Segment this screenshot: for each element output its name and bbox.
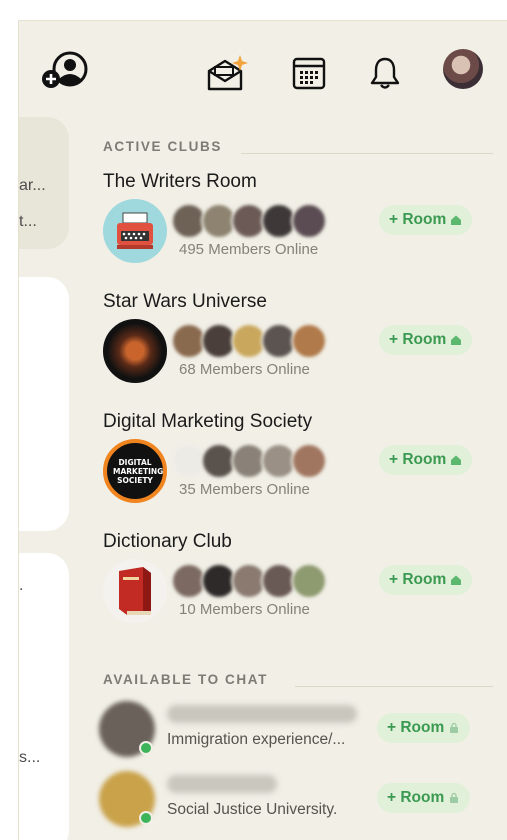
member-avatars xyxy=(171,443,371,479)
member-avatars xyxy=(171,323,371,359)
lock-icon xyxy=(450,792,459,803)
member-avatar xyxy=(291,203,327,239)
home-icon xyxy=(451,455,462,465)
hallway-panel: ar... t... . s... ACTIVE CLUBS The Write… xyxy=(18,20,507,840)
home-icon xyxy=(451,335,462,345)
room-card-partial-1[interactable]: ar... t... xyxy=(19,117,69,249)
club-logo xyxy=(103,199,167,263)
club-row-star-wars[interactable]: Star Wars Universe 68 Members Online + R… xyxy=(103,291,495,401)
app-frame: ar... t... . s... ACTIVE CLUBS The Write… xyxy=(0,0,507,840)
club-row-dictionary-club[interactable]: Dictionary Club 10 Members Online + Room xyxy=(103,531,495,641)
start-room-button[interactable]: + Room xyxy=(379,565,473,595)
club-logo-text: DIGITAL MARKETING SOCIETY xyxy=(113,457,164,485)
section-divider xyxy=(241,153,493,154)
section-divider xyxy=(295,686,493,687)
club-row-writers-room[interactable]: The Writers Room 495 Members Online + Ro… xyxy=(103,171,495,281)
bell-icon xyxy=(370,57,400,89)
room-button-label: + Room xyxy=(389,211,447,228)
member-avatar xyxy=(291,563,327,599)
card-text: . xyxy=(19,577,24,594)
profile-avatar[interactable] xyxy=(443,49,483,89)
start-room-button[interactable]: + Room xyxy=(377,713,471,743)
members-online-count: 495 Members Online xyxy=(179,241,319,258)
person-bio: Immigration experience/... xyxy=(167,731,346,748)
club-logo xyxy=(103,559,167,623)
book-icon xyxy=(119,567,151,615)
member-avatars xyxy=(171,203,371,239)
add-user-icon xyxy=(42,51,88,88)
room-button-label: + Room xyxy=(387,719,445,736)
typewriter-icon xyxy=(117,212,153,249)
home-icon xyxy=(451,215,462,225)
room-button-label: + Room xyxy=(387,789,445,806)
card-text: s... xyxy=(19,749,41,766)
person-name-redacted xyxy=(167,775,277,793)
club-logo: DIGITAL MARKETING SOCIETY xyxy=(103,439,167,503)
room-button-label: + Room xyxy=(389,331,447,348)
invite-button[interactable] xyxy=(205,51,249,95)
start-room-button[interactable]: + Room xyxy=(377,783,471,813)
club-name: Dictionary Club xyxy=(103,531,232,552)
club-logo xyxy=(103,319,167,383)
person-bio: Social Justice University. xyxy=(167,801,338,818)
club-name: Star Wars Universe xyxy=(103,291,267,312)
active-clubs-heading: ACTIVE CLUBS xyxy=(103,139,222,154)
card-text: ar... xyxy=(19,177,46,194)
card-text: t... xyxy=(19,213,37,230)
online-indicator xyxy=(139,811,153,825)
room-button-label: + Room xyxy=(389,571,447,588)
add-user-button[interactable] xyxy=(39,49,89,93)
chat-person-row[interactable]: Immigration experience/... + Room xyxy=(99,701,495,767)
invite-envelope-icon xyxy=(207,55,248,91)
start-room-button[interactable]: + Room xyxy=(379,325,473,355)
members-online-count: 68 Members Online xyxy=(179,361,310,378)
start-room-button[interactable]: + Room xyxy=(379,445,473,475)
club-name: Digital Marketing Society xyxy=(103,411,313,432)
available-to-chat-heading: AVAILABLE TO CHAT xyxy=(103,672,268,687)
calendar-button[interactable] xyxy=(287,51,331,95)
members-online-count: 10 Members Online xyxy=(179,601,310,618)
online-indicator xyxy=(139,741,153,755)
home-icon xyxy=(451,575,462,585)
room-card-partial-2[interactable] xyxy=(19,277,69,531)
member-avatars xyxy=(171,563,371,599)
club-name: The Writers Room xyxy=(103,171,257,192)
lock-icon xyxy=(450,722,459,733)
club-row-digital-marketing[interactable]: Digital Marketing Society DIGITAL MARKET… xyxy=(103,411,495,521)
person-name-redacted xyxy=(167,705,357,723)
members-online-count: 35 Members Online xyxy=(179,481,310,498)
start-room-button[interactable]: + Room xyxy=(379,205,473,235)
member-avatar xyxy=(291,323,327,359)
room-button-label: + Room xyxy=(389,451,447,468)
notifications-button[interactable] xyxy=(363,51,407,95)
member-avatar xyxy=(291,443,327,479)
calendar-icon xyxy=(292,57,326,90)
room-card-partial-3[interactable]: . s... xyxy=(19,553,69,840)
chat-person-row[interactable]: Social Justice University. + Room xyxy=(99,771,495,837)
